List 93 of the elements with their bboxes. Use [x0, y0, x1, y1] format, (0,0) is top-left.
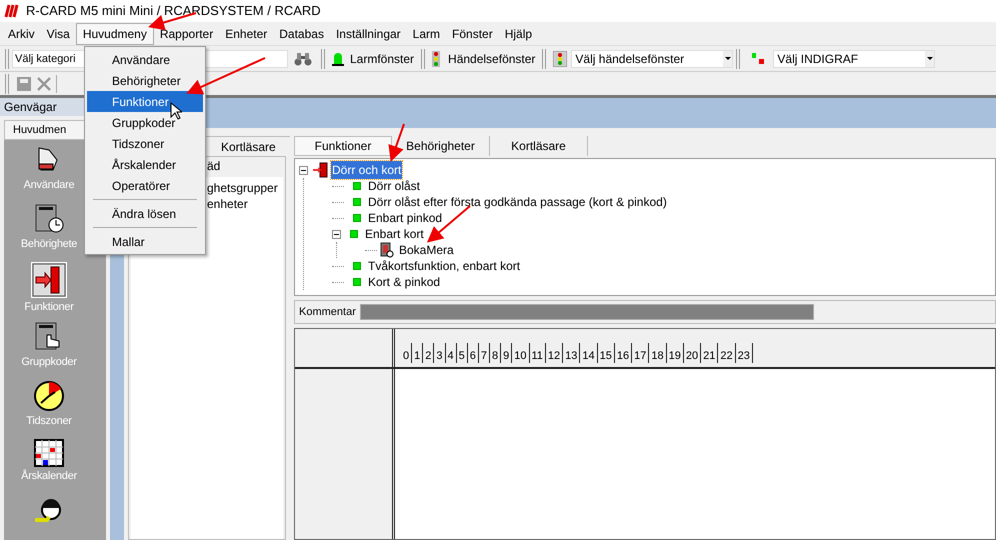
calendar-icon [34, 439, 64, 467]
status-square-icon [353, 278, 361, 286]
toolbar-grip[interactable] [421, 48, 426, 68]
toolbar-grip[interactable] [5, 48, 9, 68]
hour-label: 16 [614, 343, 632, 363]
hour-label: 0 [401, 343, 412, 363]
menu-item[interactable]: Rapporter [154, 22, 220, 44]
traffic-light-icon [553, 50, 568, 66]
menu-item[interactable]: Hjälp [498, 22, 538, 44]
door-icon [311, 162, 329, 178]
toolbar-grip[interactable] [5, 74, 9, 94]
tree-item[interactable]: Enbart pinkod [367, 209, 444, 227]
tree-item[interactable]: BokaMera [398, 241, 455, 259]
comment-field[interactable] [360, 304, 814, 320]
toolbar-grip[interactable] [542, 48, 546, 68]
tree-item[interactable]: Tvåkortsfunktion, enbart kort [367, 257, 522, 275]
status-square-icon [350, 230, 358, 238]
hour-label: 4 [446, 343, 457, 363]
shortcut-label: Årskalender [21, 468, 77, 484]
hour-label: 6 [468, 343, 479, 363]
comment-label: Kommentar [299, 304, 356, 320]
status-square-icon [353, 198, 361, 206]
hour-label: 22 [718, 343, 736, 363]
hour-label: 14 [580, 343, 598, 363]
status-lights-icon [751, 52, 766, 64]
hour-label: 17 [632, 343, 650, 363]
list-item[interactable]: ghetsgrupper [207, 181, 278, 195]
hour-label: 7 [478, 343, 490, 363]
tree-item[interactable]: Dörr och kort [331, 161, 402, 179]
tree-item[interactable]: Enbart kort [364, 225, 425, 243]
dropdown-caret-icon [723, 50, 732, 66]
menu-item[interactable]: Inställningar [330, 22, 407, 44]
list-item[interactable]: enheter [207, 197, 248, 211]
expander-icon[interactable] [299, 166, 308, 174]
shortcut-label: Användare [24, 178, 74, 193]
mouse-pointer-icon [170, 102, 182, 120]
hour-label: 20 [684, 343, 702, 363]
expander-icon[interactable] [332, 230, 341, 238]
tree-item[interactable]: Dörr olåst efter första godkända passage (kort & pinkod) [367, 193, 668, 211]
dropdown-menu-item[interactable]: Behörigheter [87, 70, 203, 91]
menu-item[interactable]: Huvudmeny [76, 22, 154, 44]
binoculars-icon[interactable] [294, 52, 312, 66]
clock-icon [33, 380, 65, 412]
status-square-icon [353, 214, 361, 222]
dropdown-menu-item[interactable]: Funktioner [87, 91, 203, 112]
hour-label: 10 [512, 343, 530, 363]
shortcut-label: Tidszoner [26, 414, 72, 429]
hour-label: 18 [649, 343, 667, 363]
save-icon[interactable] [16, 76, 32, 92]
hour-label: 5 [456, 343, 468, 363]
keypad-clock-icon [380, 242, 394, 258]
delete-icon[interactable] [36, 76, 52, 92]
event-window-button[interactable]: Händelsefönster [428, 48, 540, 70]
hour-label: 1 [412, 343, 424, 363]
dropdown-caret-icon [925, 50, 934, 66]
window-title: R-CARD M5 mini Mini / RCARDSYSTEM / RCARD [26, 2, 321, 20]
toolbar-grip[interactable] [321, 48, 325, 68]
tree-item[interactable]: Kort & pinkod [367, 273, 442, 291]
alarm-window-button[interactable]: Larmfönster [328, 48, 418, 70]
dropdown-menu-item[interactable]: Användare [87, 49, 203, 70]
annotation-arrow [388, 124, 405, 162]
hour-label: 21 [701, 343, 718, 363]
menu-item[interactable]: Databas [273, 22, 330, 44]
app-logo-icon [4, 4, 20, 18]
menu-item[interactable]: Arkiv [2, 22, 41, 44]
menu-item[interactable]: Larm [406, 22, 446, 44]
shortcut-label: Funktioner [24, 300, 74, 315]
tree-item[interactable]: Dörr olåst [367, 177, 422, 195]
hour-label: 12 [546, 343, 564, 363]
keypad-clock-icon [33, 203, 65, 235]
status-square-icon [353, 262, 361, 270]
hour-label: 8 [490, 343, 502, 363]
hour-label: 19 [666, 343, 684, 363]
traffic-light-icon [432, 50, 440, 66]
hour-label: 9 [501, 343, 512, 363]
menu-item[interactable]: Visa [40, 22, 76, 44]
status-square-icon [353, 182, 361, 190]
panel-header: äd [207, 158, 220, 175]
hour-label: 15 [598, 343, 615, 363]
hour-label: 2 [423, 343, 434, 363]
tab[interactable]: Funktioner [294, 136, 392, 156]
indigraf-select[interactable]: Välj INDIGRAF [773, 50, 936, 68]
alarm-lamp-icon [332, 52, 344, 66]
menu-item[interactable]: Enheter [219, 22, 274, 44]
toolbar-grip[interactable] [736, 48, 740, 68]
hour-label: 11 [530, 343, 546, 363]
menu-item[interactable]: Fönster [446, 22, 499, 44]
event-window-select[interactable]: Välj händelsefönster [571, 50, 734, 68]
hour-label: 13 [563, 343, 580, 363]
shortcut-label: Behörighete [20, 237, 78, 252]
shortcut-label: Gruppkoder [21, 355, 77, 370]
hour-label: 23 [736, 343, 753, 363]
hour-label: 3 [434, 343, 446, 363]
